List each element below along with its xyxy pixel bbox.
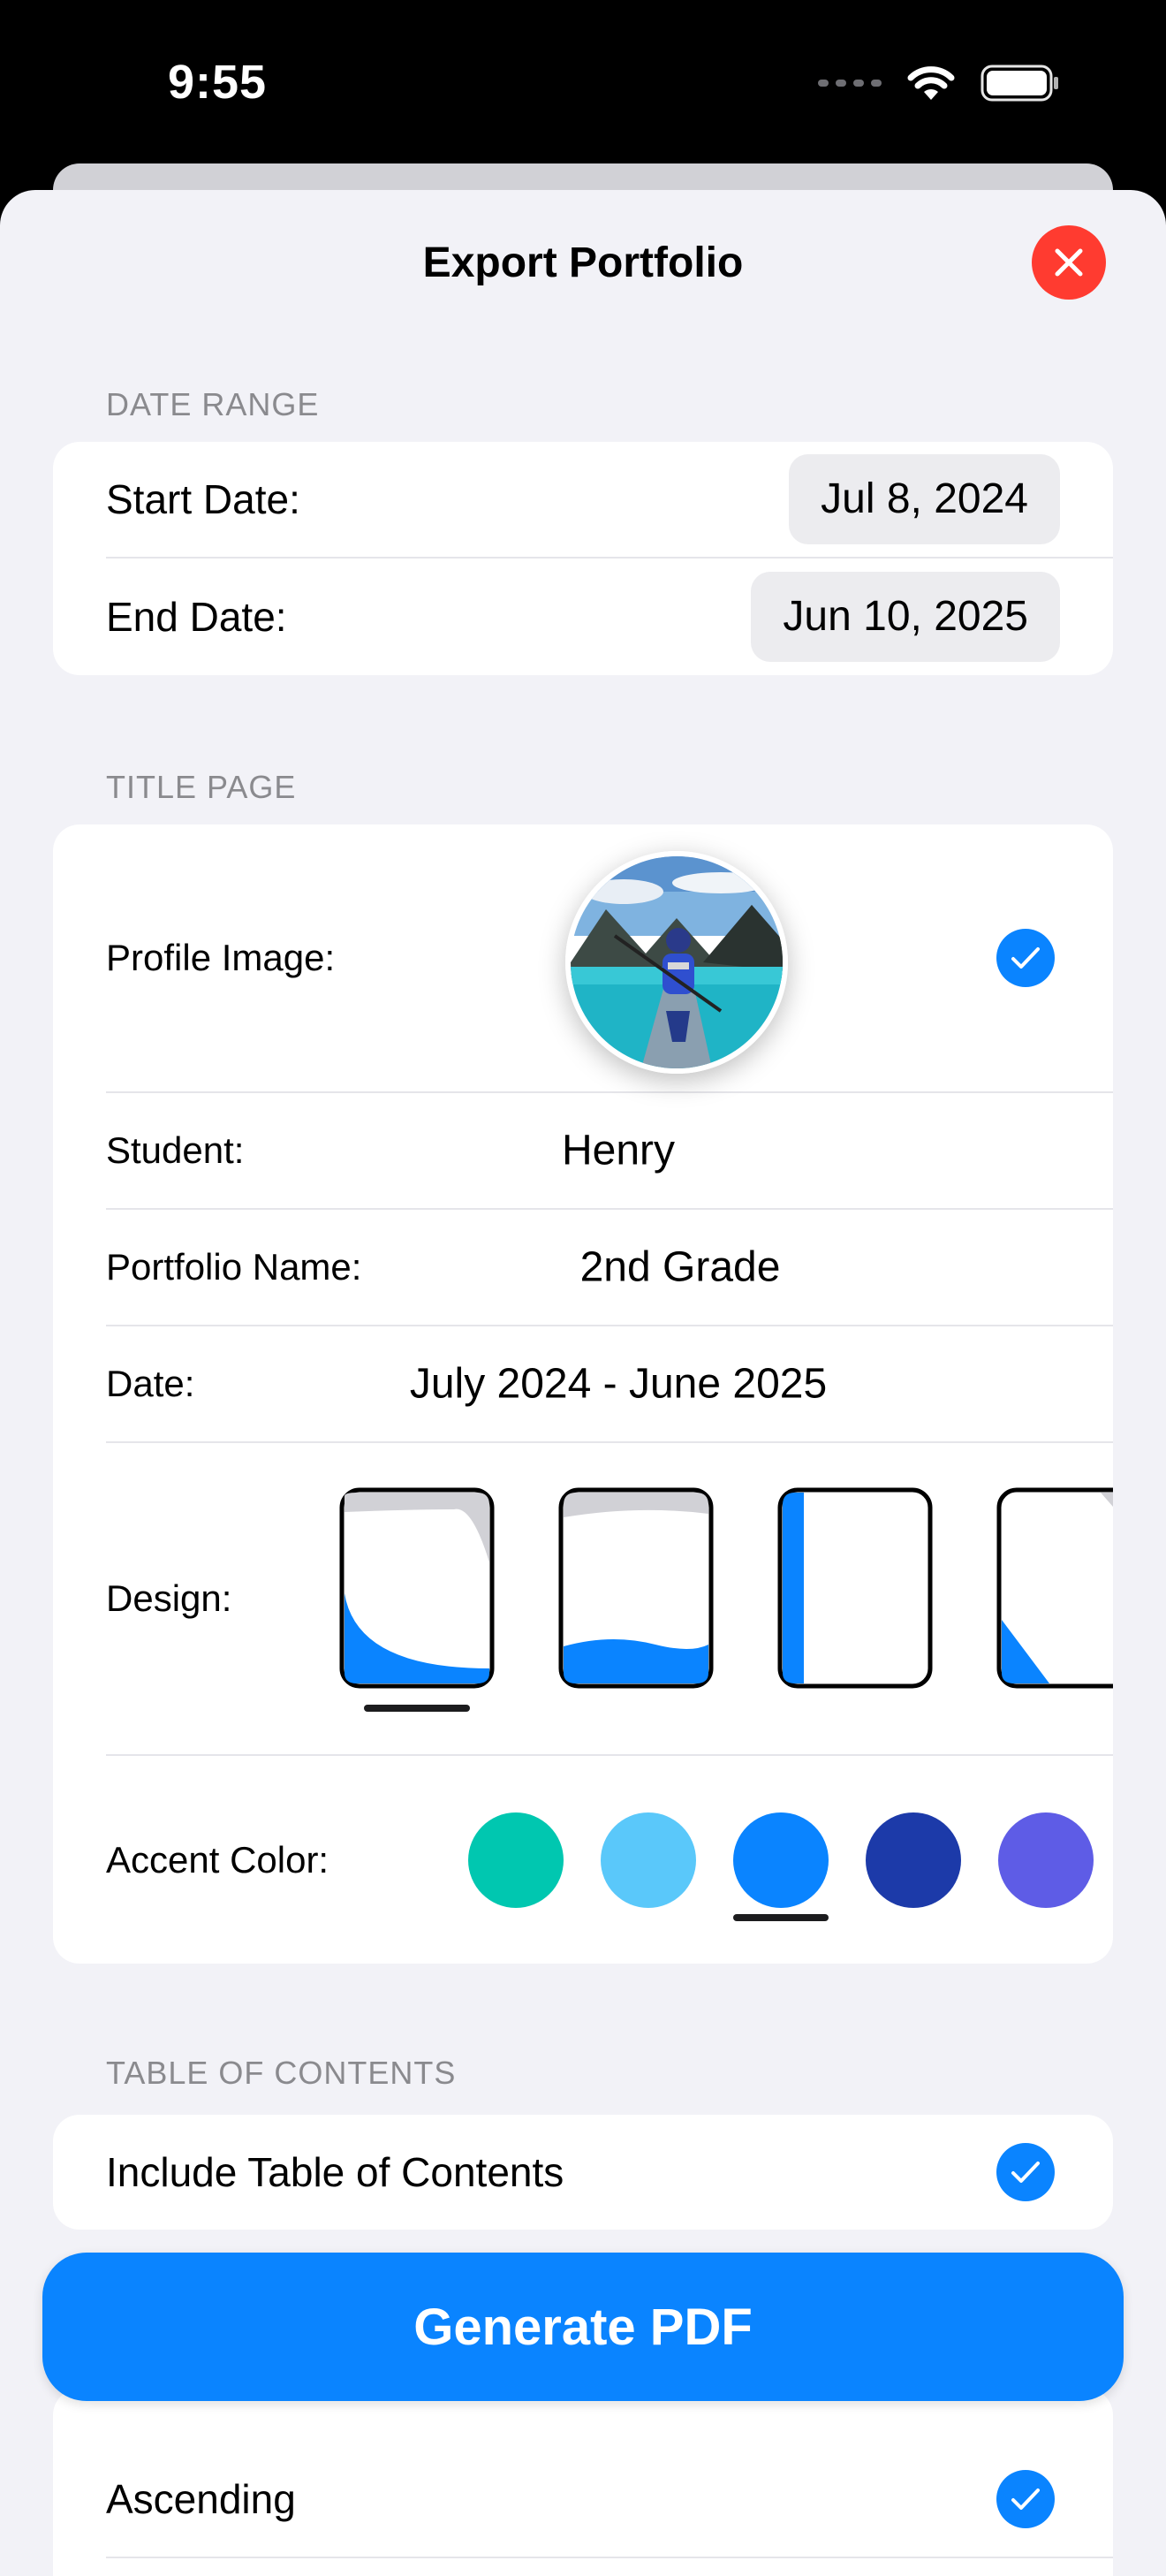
date-range-group: Start Date: Jul 8, 2024 End Date: Jun 10… <box>53 442 1113 675</box>
section-header-date-range: DATE RANGE <box>106 386 320 422</box>
section-header-toc: TABLE OF CONTENTS <box>106 2055 457 2091</box>
date-row: Date: July 2024 - June 2025 <box>106 1326 1113 1443</box>
checkmark-icon <box>1011 2489 1040 2510</box>
toc-group: Include Table of Contents <box>53 2115 1113 2230</box>
checkmark-icon <box>1011 947 1040 969</box>
end-date-row: End Date: Jun 10, 2025 <box>106 559 1113 675</box>
design-option-corner[interactable] <box>996 1487 1113 1689</box>
end-date-picker[interactable]: Jun 10, 2025 <box>751 572 1060 662</box>
title-page-group: Profile Image: Student: Henry Portfolio … <box>53 824 1113 1964</box>
close-icon <box>1055 248 1083 277</box>
date-value[interactable]: July 2024 - June 2025 <box>371 1360 866 1409</box>
section-header-title-page: TITLE PAGE <box>106 769 297 805</box>
design-row: Design: <box>106 1443 1113 1756</box>
descending-row[interactable] <box>106 2558 1113 2576</box>
portfolio-name-value[interactable]: 2nd Grade <box>504 1243 857 1292</box>
export-sheet: Export Portfolio DATE RANGE Start Date: … <box>0 190 1166 2576</box>
student-label: Student: <box>106 1129 245 1171</box>
status-time: 9:55 <box>168 56 268 109</box>
start-date-label: Start Date: <box>106 476 300 522</box>
accent-swatch-blue[interactable] <box>733 1812 829 1908</box>
accent-swatch-teal[interactable] <box>468 1812 564 1908</box>
accent-color-row: Accent Color: <box>106 1756 1113 1964</box>
end-date-label: End Date: <box>106 594 287 640</box>
battery-icon <box>980 65 1058 102</box>
sheet-title: Export Portfolio <box>422 239 744 286</box>
profile-photo-image <box>571 856 783 1068</box>
ascending-label: Ascending <box>106 2476 296 2522</box>
include-toc-checkbox[interactable] <box>996 2143 1055 2201</box>
status-icons <box>818 64 1060 103</box>
profile-image-label: Profile Image: <box>106 937 336 978</box>
profile-avatar[interactable] <box>565 851 788 1074</box>
portfolio-name-row: Portfolio Name: 2nd Grade <box>106 1210 1113 1326</box>
include-toc-row[interactable]: Include Table of Contents <box>106 2115 1113 2230</box>
design-option-wave[interactable] <box>558 1487 714 1689</box>
close-button[interactable] <box>1032 225 1106 300</box>
include-toc-label: Include Table of Contents <box>106 2149 564 2195</box>
accent-swatch-navy[interactable] <box>866 1812 961 1908</box>
ascending-row[interactable]: Ascending <box>106 2442 1113 2558</box>
portfolio-name-label: Portfolio Name: <box>106 1246 362 1288</box>
ascending-checkbox[interactable] <box>996 2470 1055 2528</box>
design-option-sidebar[interactable] <box>777 1487 933 1689</box>
student-row: Student: Henry <box>106 1093 1113 1210</box>
date-label: Date: <box>106 1363 195 1404</box>
design-selected-indicator <box>364 1705 470 1712</box>
profile-image-checkbox[interactable] <box>996 929 1055 987</box>
checkmark-icon <box>1011 2162 1040 2183</box>
design-label: Design: <box>106 1577 232 1619</box>
start-date-row: Start Date: Jul 8, 2024 <box>106 442 1113 559</box>
sort-order-group: Ascending <box>53 2389 1113 2576</box>
accent-color-label: Accent Color: <box>106 1838 329 1881</box>
cellular-signal-icon <box>818 80 882 87</box>
profile-image-row: Profile Image: <box>106 824 1113 1093</box>
design-option-curve[interactable] <box>339 1487 495 1689</box>
wifi-icon <box>907 66 955 100</box>
accent-swatch-light-blue[interactable] <box>601 1812 696 1908</box>
status-bar: 9:55 <box>0 0 1166 177</box>
accent-selected-indicator <box>733 1914 829 1921</box>
accent-swatch-indigo[interactable] <box>998 1812 1094 1908</box>
generate-pdf-button[interactable]: Generate PDF <box>42 2253 1124 2401</box>
student-value[interactable]: Henry <box>398 1127 839 1175</box>
start-date-picker[interactable]: Jul 8, 2024 <box>789 454 1060 544</box>
